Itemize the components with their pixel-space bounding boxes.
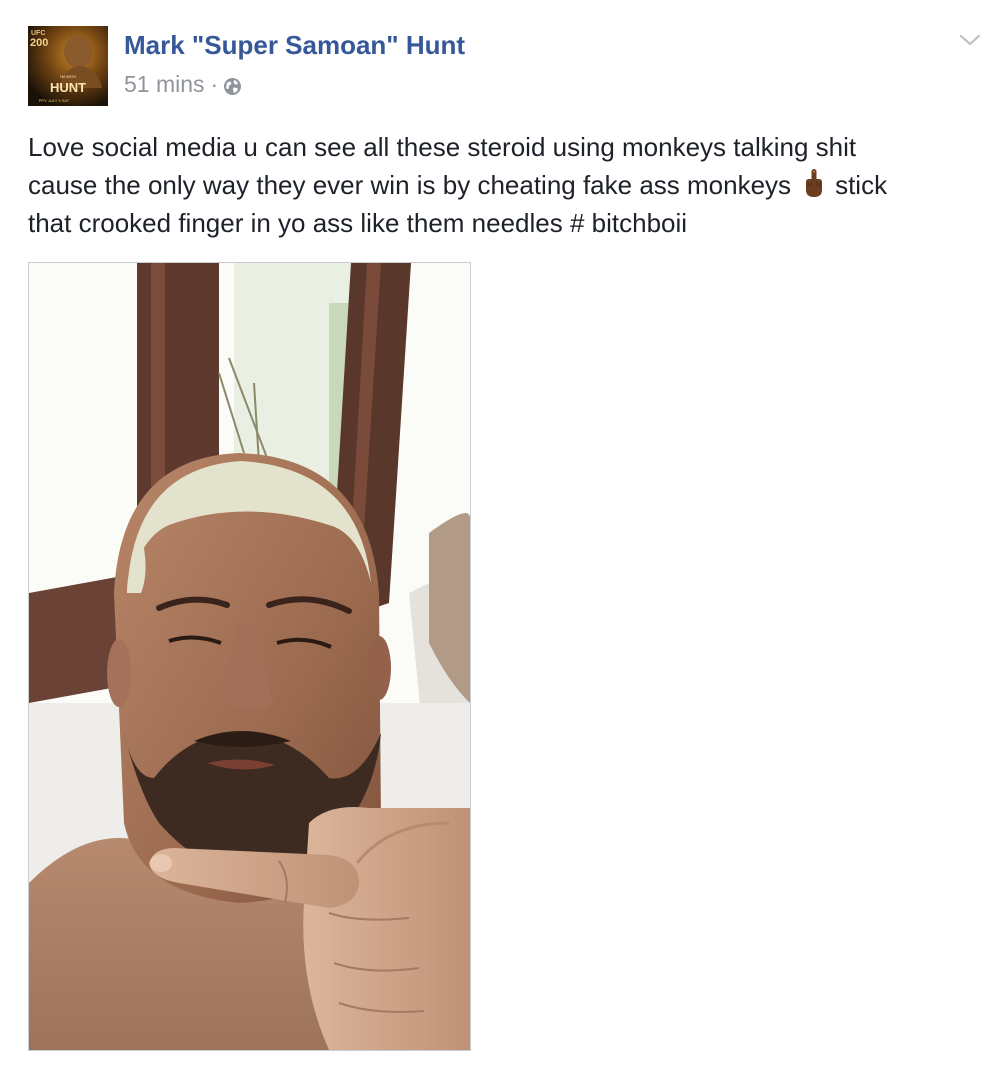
avatar-event: 200 <box>30 37 48 49</box>
post-body-text: Love social media u can see all these st… <box>28 128 988 242</box>
avatar-tagline: I'M WITH <box>60 74 77 79</box>
post-text-line-1: Love social media u can see all these st… <box>28 132 857 162</box>
post-text-line-3: that crooked finger in yo ass like them … <box>28 208 688 238</box>
globe-icon[interactable] <box>223 75 242 95</box>
post-photo[interactable] <box>28 262 471 1051</box>
author-avatar[interactable]: UFC 200 I'M WITH HUNT PPV JULY 9 SAT <box>28 26 108 106</box>
chevron-down-icon[interactable] <box>958 32 982 48</box>
middle-finger-emoji-icon <box>803 168 825 200</box>
meta-separator: · <box>210 71 219 97</box>
photo-image <box>29 263 470 1050</box>
avatar-image: UFC 200 I'M WITH HUNT PPV JULY 9 SAT <box>28 26 108 106</box>
avatar-footer: PPV JULY 9 SAT <box>39 98 70 103</box>
author-name-link[interactable]: Mark "Super Samoan" Hunt <box>124 30 465 61</box>
post-timestamp[interactable]: 51 mins <box>124 71 205 98</box>
avatar-hunt: HUNT <box>50 80 86 95</box>
avatar-brand: UFC <box>31 30 45 37</box>
post-text-line-2: cause the only way they ever win is by c… <box>28 166 988 204</box>
post-meta: 51 mins · <box>124 71 242 98</box>
post-text-line-2-start: cause the only way they ever win is by c… <box>28 170 792 200</box>
facebook-post: UFC 200 I'M WITH HUNT PPV JULY 9 SAT Mar… <box>0 0 1002 1072</box>
post-text-line-2-end: stick <box>835 170 888 200</box>
